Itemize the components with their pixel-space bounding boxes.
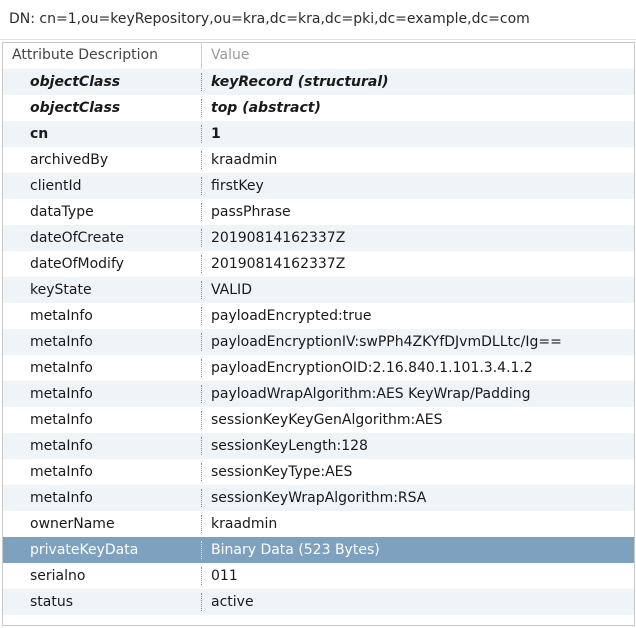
cell-divider	[201, 99, 202, 117]
table-row[interactable]: dateOfCreate 20190814162337Z	[3, 225, 634, 251]
attribute-value: keyRecord (structural)	[211, 74, 389, 90]
cell-divider	[201, 333, 202, 351]
attribute-name: metaInfo	[30, 334, 93, 350]
attribute-value: payloadEncrypted:true	[211, 308, 372, 324]
table-row[interactable]: metaInfo sessionKeyWrapAlgorithm:RSA	[3, 485, 634, 511]
dn-label: DN: cn=1,ou=keyRepository,ou=kra,dc=kra,…	[9, 11, 530, 27]
attribute-name: clientId	[30, 178, 82, 194]
attribute-value: VALID	[211, 282, 252, 298]
cell-divider	[201, 411, 202, 429]
attribute-value: payloadWrapAlgorithm:AES KeyWrap/Padding	[211, 386, 531, 402]
cell-divider	[201, 489, 202, 507]
attribute-value: 20190814162337Z	[211, 230, 346, 246]
column-header-value[interactable]: Value	[211, 47, 249, 63]
table-row[interactable]: dateOfModify 20190814162337Z	[3, 251, 634, 277]
attribute-name: metaInfo	[30, 386, 93, 402]
attribute-value: sessionKeyWrapAlgorithm:RSA	[211, 490, 427, 506]
cell-divider	[201, 177, 202, 195]
attribute-name: cn	[30, 126, 49, 142]
attribute-value: kraadmin	[211, 516, 278, 532]
attribute-value: Binary Data (523 Bytes)	[211, 542, 380, 558]
cell-divider	[201, 307, 202, 325]
table-body: objectClass keyRecord (structural) objec…	[3, 69, 634, 615]
table-row[interactable]: metaInfo sessionKeyLength:128	[3, 433, 634, 459]
cell-divider	[201, 463, 202, 481]
attribute-value: payloadEncryptionIV:swPPh4ZKYfDJvmDLLtc/…	[211, 334, 562, 350]
attribute-name: dateOfCreate	[30, 230, 125, 246]
table-row[interactable]: keyState VALID	[3, 277, 634, 303]
cell-divider	[201, 281, 202, 299]
attribute-value: kraadmin	[211, 152, 278, 168]
attribute-value: active	[211, 594, 254, 610]
table-row[interactable]: metaInfo sessionKeyKeyGenAlgorithm:AES	[3, 407, 634, 433]
attribute-name: objectClass	[30, 74, 121, 90]
table-row[interactable]: dataType passPhrase	[3, 199, 634, 225]
table-row[interactable]: objectClass top (abstract)	[3, 95, 634, 121]
table-header: Attribute Description Value	[3, 43, 634, 69]
table-row[interactable]: status active	[3, 589, 634, 615]
cell-divider	[201, 73, 202, 91]
table-row[interactable]: clientId firstKey	[3, 173, 634, 199]
attribute-name: status	[30, 594, 74, 610]
table-row[interactable]: serialno 011	[3, 563, 634, 589]
column-header-attribute[interactable]: Attribute Description	[12, 47, 158, 63]
attribute-name: privateKeyData	[30, 542, 139, 558]
table-row[interactable]: metaInfo payloadEncrypted:true	[3, 303, 634, 329]
cell-divider	[201, 203, 202, 221]
attribute-value: top (abstract)	[211, 100, 321, 116]
attribute-name: metaInfo	[30, 412, 93, 428]
cell-divider	[201, 359, 202, 377]
attribute-value: firstKey	[211, 178, 264, 194]
attribute-value: 011	[211, 568, 238, 584]
attribute-value: passPhrase	[211, 204, 291, 220]
table-row[interactable]: metaInfo payloadWrapAlgorithm:AES KeyWra…	[3, 381, 634, 407]
attribute-name: keyState	[30, 282, 92, 298]
attribute-value: sessionKeyType:AES	[211, 464, 353, 480]
attribute-name: metaInfo	[30, 464, 93, 480]
attribute-value: sessionKeyLength:128	[211, 438, 368, 454]
cell-divider	[201, 437, 202, 455]
column-divider[interactable]	[201, 43, 202, 69]
attribute-name: ownerName	[30, 516, 115, 532]
dn-bar: DN: cn=1,ou=keyRepository,ou=kra,dc=kra,…	[0, 0, 636, 40]
attribute-value: 20190814162337Z	[211, 256, 346, 272]
attribute-value: sessionKeyKeyGenAlgorithm:AES	[211, 412, 443, 428]
attribute-value: payloadEncryptionOID:2.16.840.1.101.3.4.…	[211, 360, 533, 376]
cell-divider	[201, 567, 202, 585]
table-row[interactable]: cn 1	[3, 121, 634, 147]
attribute-name: metaInfo	[30, 438, 93, 454]
cell-divider	[201, 125, 202, 143]
attribute-value: 1	[211, 126, 221, 142]
cell-divider	[201, 255, 202, 273]
table-row[interactable]: objectClass keyRecord (structural)	[3, 69, 634, 95]
cell-divider	[201, 151, 202, 169]
attribute-name: metaInfo	[30, 360, 93, 376]
table-row[interactable]: archivedBy kraadmin	[3, 147, 634, 173]
attribute-name: serialno	[30, 568, 86, 584]
cell-divider	[201, 541, 202, 559]
cell-divider	[201, 593, 202, 611]
table-row-selected[interactable]: privateKeyData Binary Data (523 Bytes)	[3, 537, 634, 563]
table-row[interactable]: ownerName kraadmin	[3, 511, 634, 537]
cell-divider	[201, 229, 202, 247]
attribute-name: archivedBy	[30, 152, 109, 168]
attribute-name: metaInfo	[30, 490, 93, 506]
attribute-name: dateOfModify	[30, 256, 124, 272]
attribute-name: metaInfo	[30, 308, 93, 324]
attribute-table[interactable]: Attribute Description Value objectClass …	[2, 42, 635, 626]
cell-divider	[201, 515, 202, 533]
attribute-name: objectClass	[30, 100, 121, 116]
cell-divider	[201, 385, 202, 403]
attribute-name: dataType	[30, 204, 94, 220]
table-row[interactable]: metaInfo payloadEncryptionOID:2.16.840.1…	[3, 355, 634, 381]
table-row[interactable]: metaInfo payloadEncryptionIV:swPPh4ZKYfD…	[3, 329, 634, 355]
table-row[interactable]: metaInfo sessionKeyType:AES	[3, 459, 634, 485]
